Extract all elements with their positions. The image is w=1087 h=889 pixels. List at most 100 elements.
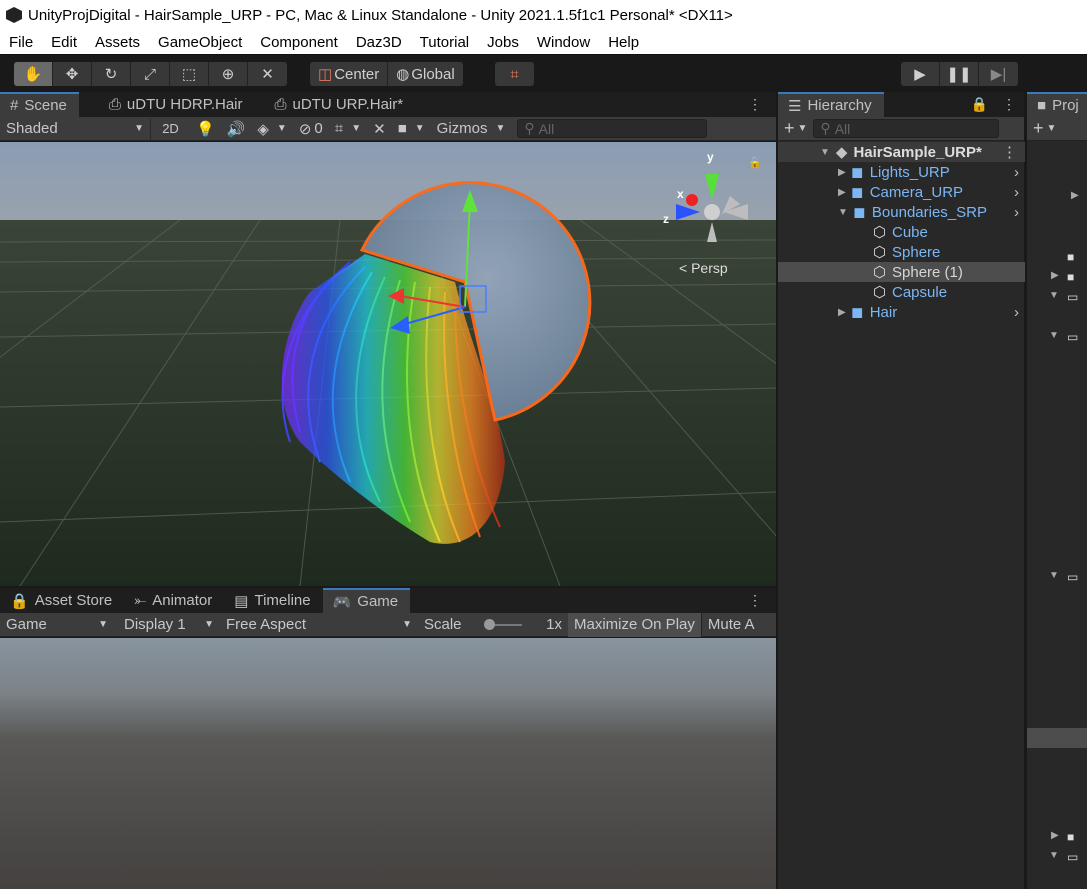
chevron-right-icon[interactable]: › [1014, 304, 1025, 321]
prefab-cube-icon: ◼ [850, 304, 864, 321]
menu-gameobject[interactable]: GameObject [149, 34, 251, 51]
hidden-objects-toggle[interactable]: ⊘ 0 [293, 118, 329, 140]
play-icon[interactable]: ▶ [901, 62, 940, 86]
pivot-center-button[interactable]: ◫ Center [310, 62, 389, 86]
effects-icon[interactable]: ◈ ▼ [251, 118, 292, 140]
search-icon: ⚲ [820, 120, 831, 136]
foldout-open-icon[interactable]: ▼ [1049, 850, 1059, 861]
chevron-right-icon[interactable]: › [1014, 164, 1025, 181]
foldout-open-icon[interactable]: ▼ [1049, 330, 1059, 341]
gizmos-dropdown[interactable]: Gizmos ▼ [431, 118, 512, 140]
hierarchy-item[interactable]: ▶ ◼ Hair › [778, 302, 1025, 322]
foldout-closed-icon: ▶ [838, 306, 846, 318]
kebab-menu-icon[interactable]: ⋮ [1002, 143, 1025, 161]
display-dropdown[interactable]: Display 1 ▼ [118, 614, 220, 636]
hierarchy-item[interactable]: ⬡ Capsule [778, 282, 1025, 302]
animator-icon: ⤜ [134, 592, 147, 609]
folder-icon: ■ [1067, 250, 1075, 264]
hierarchy-search-input[interactable]: ⚲ All [813, 119, 1000, 138]
folder-open-icon: ▭ [1067, 570, 1079, 584]
scene-search-input[interactable]: ⚲ All [517, 119, 708, 138]
axis-z-label: z [663, 212, 669, 226]
persp-label: Persp [691, 260, 728, 276]
tab-scene[interactable]: # Scene [0, 92, 79, 117]
hierarchy-item[interactable]: ▶ ◼ Lights_URP › [778, 162, 1025, 182]
space-global-button[interactable]: ◍ Global [388, 62, 462, 86]
menu-jobs[interactable]: Jobs [478, 34, 528, 51]
project-selected-row[interactable] [1027, 728, 1087, 748]
scale-slider[interactable] [483, 618, 522, 630]
prefab-cube-icon: ◼ [850, 164, 864, 181]
audio-icon[interactable]: 🔊 [221, 118, 252, 140]
hierarchy-item-label: Hair [869, 303, 898, 321]
maximize-on-play-toggle[interactable]: Maximize On Play [568, 612, 701, 637]
foldout-closed-icon[interactable]: ▶ [1051, 270, 1059, 281]
game-viewport[interactable] [0, 638, 776, 889]
tab-animator[interactable]: ⤜ Animator [124, 588, 224, 613]
hierarchy-item-label: Boundaries_SRP [871, 203, 987, 221]
camera-icon[interactable]: ■ ▼ [392, 118, 431, 140]
scale-slider-thumb[interactable] [483, 618, 495, 630]
shading-mode-dropdown[interactable]: Shaded ▼ [0, 118, 150, 140]
hierarchy-item-selected[interactable]: ⬡ Sphere (1) [778, 262, 1025, 282]
lock-icon[interactable]: 🔒 [748, 156, 762, 169]
foldout-open-icon[interactable]: ▼ [1049, 290, 1059, 301]
tab-udtu-urp[interactable]: ⎙ uDTU URP.Hair* [264, 92, 415, 117]
foldout-closed-icon[interactable]: ▶ [1051, 830, 1059, 841]
menu-bar: File Edit Assets GameObject Component Da… [0, 30, 1087, 54]
hierarchy-item[interactable]: ⬡ Sphere [778, 242, 1025, 262]
mute-audio-toggle[interactable]: Mute A [700, 612, 761, 637]
kebab-menu-icon[interactable]: ⋮ [734, 588, 776, 613]
menu-help[interactable]: Help [599, 34, 648, 51]
menu-daz3d[interactable]: Daz3D [347, 34, 411, 51]
transform-tool-icon[interactable]: ⊕ [209, 62, 248, 86]
tab-udtu-hdrp[interactable]: ⎙ uDTU HDRP.Hair [99, 92, 255, 117]
tab-game[interactable]: 🎮 Game [322, 588, 411, 613]
menu-edit[interactable]: Edit [42, 34, 86, 51]
hierarchy-item[interactable]: ▼ ◼ Boundaries_SRP › [778, 202, 1025, 222]
scene-viewport[interactable]: y x z 🔒 < Persp [0, 142, 776, 586]
persp-toggle[interactable]: < Persp [679, 260, 728, 276]
menu-tutorial[interactable]: Tutorial [411, 34, 478, 51]
title-bar: UnityProjDigital - HairSample_URP - PC, … [0, 0, 1087, 30]
grid-icon[interactable]: ⌗ ▼ [329, 118, 367, 140]
game-view-dropdown[interactable]: Game ▼ [0, 614, 114, 636]
menu-component[interactable]: Component [251, 34, 347, 51]
tab-timeline[interactable]: ▤ Timeline [224, 588, 322, 613]
foldout-open-icon[interactable]: ▼ [1049, 570, 1059, 581]
kebab-menu-icon[interactable]: ⋮ [994, 92, 1024, 117]
mute-label: Mute A [707, 616, 755, 633]
project-create-dropdown[interactable]: + ▼ [1027, 118, 1062, 140]
hand-tool-icon[interactable]: ✋ [14, 62, 53, 86]
chevron-right-icon[interactable]: › [1014, 184, 1025, 201]
kebab-menu-icon[interactable]: ⋮ [734, 92, 776, 117]
scene-row[interactable]: ▼ ◆ HairSample_URP* ⋮ [778, 142, 1025, 162]
grid-snap-icon[interactable]: ⌗ [495, 62, 534, 86]
foldout-closed-icon[interactable]: ▶ [1071, 190, 1079, 201]
tab-hierarchy[interactable]: ☰ Hierarchy [778, 92, 884, 117]
tools-icon[interactable]: ✕ [367, 118, 392, 140]
pause-icon[interactable]: ❚❚ [940, 62, 979, 86]
lighting-icon[interactable]: 💡 [190, 118, 221, 140]
move-tool-icon[interactable]: ✥ [53, 62, 92, 86]
aspect-dropdown[interactable]: Free Aspect ▼ [220, 614, 418, 636]
menu-window[interactable]: Window [528, 34, 599, 51]
search-icon: ⚲ [524, 120, 535, 136]
lock-icon[interactable]: 🔒 [965, 92, 994, 117]
tab-project[interactable]: ■ Proj [1027, 92, 1087, 117]
hierarchy-item[interactable]: ▶ ◼ Camera_URP › [778, 182, 1025, 202]
scale-tool-icon[interactable]: ⤢ [131, 62, 170, 86]
main-toolbar: ✋ ✥ ↻ ⤢ ⬚ ⊕ ✕ ◫ Center ◍ Global ⌗ ▶ ❚❚ ▶| [0, 54, 1087, 92]
tab-asset-store[interactable]: 🔒 Asset Store [0, 588, 124, 613]
custom-tool-icon[interactable]: ✕ [248, 62, 287, 86]
chevron-right-icon[interactable]: › [1014, 204, 1025, 221]
menu-assets[interactable]: Assets [86, 34, 149, 51]
rect-tool-icon[interactable]: ⬚ [170, 62, 209, 86]
hierarchy-item[interactable]: ⬡ Cube [778, 222, 1025, 242]
rotate-tool-icon[interactable]: ↻ [92, 62, 131, 86]
create-dropdown[interactable]: + ▼ [778, 118, 813, 140]
step-icon[interactable]: ▶| [979, 62, 1018, 86]
2d-toggle[interactable]: 2D [150, 117, 190, 140]
menu-file[interactable]: File [0, 34, 42, 51]
chevron-down-icon: ▼ [134, 123, 144, 134]
